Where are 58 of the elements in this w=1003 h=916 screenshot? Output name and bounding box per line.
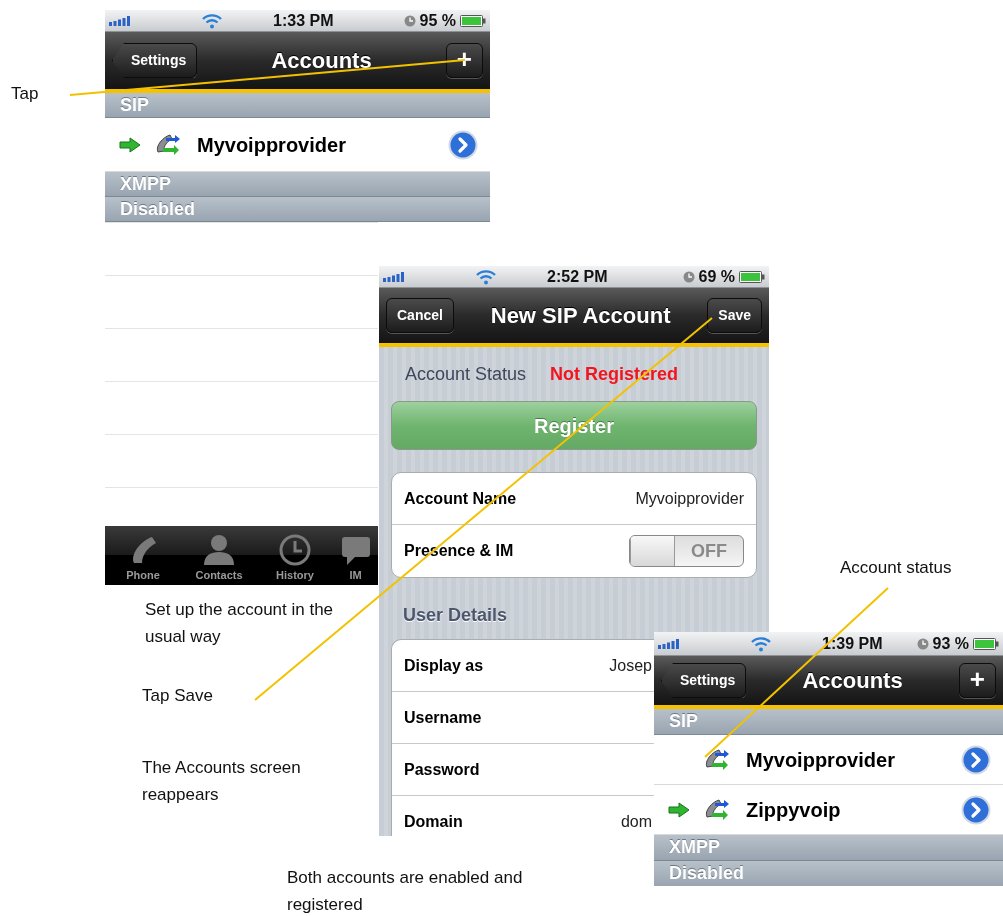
disclosure-icon[interactable] xyxy=(448,129,478,160)
battery-icon xyxy=(739,270,765,283)
section-header: XMPP xyxy=(654,835,1003,861)
section-header: Disabled xyxy=(654,861,1003,886)
group-header: User Details xyxy=(402,604,509,627)
field-label: Display as xyxy=(404,655,484,676)
clock-icon xyxy=(278,532,312,567)
field-label: Domain xyxy=(404,812,463,832)
account-name: Myvoipprovider xyxy=(197,132,347,158)
disclosure-icon[interactable] xyxy=(961,744,991,775)
account-name: Myvoipprovider xyxy=(746,747,896,773)
cancel-button[interactable]: Cancel xyxy=(386,298,454,333)
annotation-text: Tap Save xyxy=(142,685,214,707)
annotation-text: Set up the account in the usual way xyxy=(145,599,335,649)
wifi-icon xyxy=(201,12,223,29)
nav-title: Accounts xyxy=(802,667,903,695)
field-label: Password xyxy=(404,759,480,780)
section-header: Disabled xyxy=(105,197,490,222)
battery-icon xyxy=(973,637,999,650)
section-header: SIP xyxy=(105,93,490,118)
status-label: Account Status xyxy=(405,362,527,386)
save-button[interactable]: Save xyxy=(707,298,762,333)
person-icon xyxy=(202,532,236,567)
field-value: dom xyxy=(620,812,652,832)
tab-button[interactable]: History xyxy=(257,526,333,585)
account-name: Zippyvoip xyxy=(746,797,842,823)
tab-button[interactable]: Phone xyxy=(105,526,181,585)
signal-icon xyxy=(109,15,131,26)
annotation-text: The Accounts screen reappears xyxy=(142,757,302,807)
nav-title: Accounts xyxy=(271,47,372,75)
signal-icon xyxy=(658,638,680,649)
section-header: XMPP xyxy=(105,172,490,197)
add-button[interactable]: + xyxy=(958,663,996,698)
clock-icon xyxy=(403,14,416,27)
signal-icon xyxy=(383,271,405,282)
battery-percent: 69 % xyxy=(698,266,735,287)
nav-title: New SIP Account xyxy=(490,302,671,330)
field-value: Josep xyxy=(609,655,652,676)
back-button[interactable]: Settings xyxy=(661,663,747,698)
disclosure-icon[interactable] xyxy=(961,794,991,825)
clock-icon xyxy=(682,270,695,283)
back-button[interactable]: Settings xyxy=(112,43,198,78)
wifi-icon xyxy=(750,635,772,652)
annotation-text: Both accounts are enabled and registered xyxy=(287,867,524,916)
annotation-text: Tap xyxy=(11,83,40,105)
battery-icon xyxy=(460,14,486,27)
annotation-text: Account status xyxy=(840,557,953,579)
tab-button[interactable]: Contacts xyxy=(181,526,257,585)
field-label: Username xyxy=(404,707,482,728)
field-value: Myvoipprovider xyxy=(635,488,744,509)
wifi-icon xyxy=(475,268,497,285)
battery-percent: 95 % xyxy=(419,10,456,31)
status-time: 1:33 PM xyxy=(273,10,334,31)
battery-percent: 93 % xyxy=(932,633,969,654)
clock-icon xyxy=(916,637,929,650)
tab-button[interactable]: IM xyxy=(333,526,378,585)
status-time: 2:52 PM xyxy=(547,266,608,287)
section-header: SIP xyxy=(654,709,1003,735)
